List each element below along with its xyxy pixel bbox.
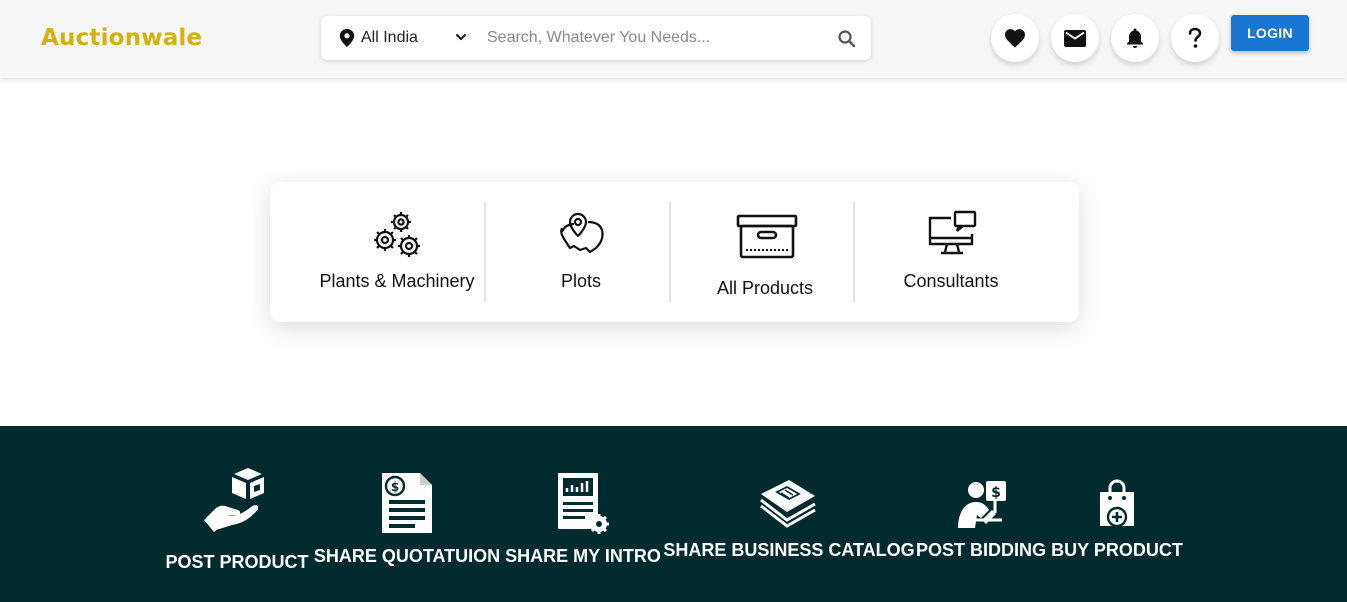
- category-all-products[interactable]: All Products: [671, 182, 854, 322]
- action-label: SHARE MY INTRO: [505, 546, 661, 566]
- buy-product-action[interactable]: BUY PRODUCT: [1051, 466, 1183, 576]
- post-product-action[interactable]: POST PRODUCT: [165, 466, 309, 576]
- wishlist-button[interactable]: [991, 14, 1039, 62]
- share-quotation-action[interactable]: $ SHARE QUOTATUION: [313, 466, 501, 576]
- category-plants-machinery[interactable]: Plants & Machinery: [270, 182, 485, 322]
- gears-icon: [374, 212, 420, 257]
- map-pin-icon: [560, 212, 604, 254]
- category-card: Plants & Machinery Plots All Products Co…: [270, 182, 1079, 322]
- search-bar: All India: [321, 16, 871, 60]
- heart-icon: [1005, 29, 1025, 48]
- search-icon[interactable]: [837, 29, 857, 49]
- bidding-icon: $: [958, 481, 1006, 528]
- action-label: POST BIDDING: [915, 540, 1047, 560]
- help-button[interactable]: [1171, 14, 1219, 62]
- category-consultants[interactable]: Consultants: [855, 182, 1045, 322]
- svg-text:$: $: [391, 480, 399, 494]
- action-label: BUY PRODUCT: [1051, 540, 1183, 560]
- share-intro-action[interactable]: SHARE MY INTRO: [505, 466, 661, 576]
- location-selector[interactable]: All India: [339, 16, 466, 60]
- search-input[interactable]: [487, 24, 817, 52]
- catalog-icon: [760, 480, 816, 528]
- location-label: All India: [361, 29, 418, 46]
- site-logo[interactable]: Auctionwale: [41, 25, 202, 51]
- action-label: POST PRODUCT: [165, 552, 309, 572]
- quotation-icon: $: [382, 473, 432, 533]
- action-label: SHARE BUSINESS CATALOG: [663, 540, 915, 560]
- category-label: Plants & Machinery: [319, 271, 475, 291]
- location-pin-icon: [339, 29, 355, 47]
- action-label: SHARE QUOTATUION: [313, 546, 501, 566]
- bell-icon: [1127, 28, 1143, 48]
- archive-box-icon: [736, 214, 798, 259]
- intro-document-icon: [558, 473, 609, 534]
- category-label: All Products: [716, 278, 814, 298]
- svg-text:$: $: [991, 485, 1001, 501]
- action-strip: POST PRODUCT $ SHARE QUOTATUION SHARE MY: [0, 426, 1347, 602]
- category-plots[interactable]: Plots: [486, 182, 669, 322]
- category-label: Consultants: [903, 271, 999, 291]
- category-label: Plots: [560, 271, 602, 291]
- post-bidding-action[interactable]: $ POST BIDDING: [915, 466, 1047, 576]
- mail-icon: [1064, 29, 1086, 47]
- shopping-bag-icon: [1100, 479, 1134, 528]
- chevron-down-icon: [456, 34, 466, 41]
- notifications-button[interactable]: [1111, 14, 1159, 62]
- login-button[interactable]: LOGIN: [1231, 15, 1309, 51]
- hand-box-icon: [204, 468, 264, 532]
- messages-button[interactable]: [1051, 14, 1099, 62]
- computer-chat-icon: [928, 210, 977, 255]
- help-icon: [1188, 27, 1202, 48]
- top-header: Auctionwale All India Search, Whatever Y…: [0, 0, 1347, 78]
- share-catalog-action[interactable]: SHARE BUSINESS CATALOG: [663, 466, 915, 576]
